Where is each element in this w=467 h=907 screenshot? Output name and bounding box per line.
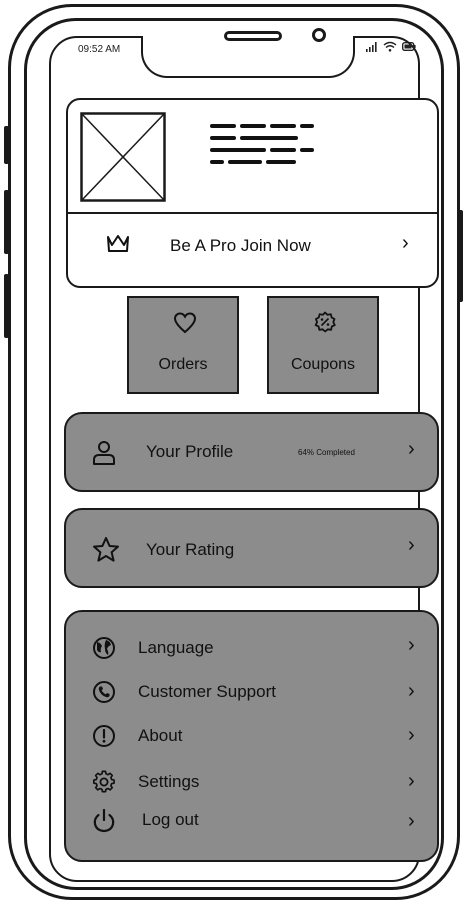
signal-icon bbox=[366, 41, 377, 52]
gear-icon bbox=[93, 770, 115, 793]
pro-cta-label: Be A Pro Join Now bbox=[170, 236, 311, 255]
menu-label-log-out: Log out bbox=[142, 810, 199, 829]
profile-label: Your Profile bbox=[146, 442, 234, 461]
chevron-right-icon: › bbox=[408, 438, 415, 460]
status-time: 09:52 AM bbox=[78, 44, 121, 55]
crown-icon bbox=[107, 235, 129, 252]
menu-item-customer-support[interactable]: Customer Support › bbox=[66, 676, 437, 716]
coupons-tile[interactable]: Coupons bbox=[267, 296, 379, 394]
speaker-grille bbox=[224, 31, 282, 41]
chevron-right-icon: › bbox=[408, 770, 415, 792]
chevron-right-icon: › bbox=[408, 724, 415, 746]
menu-item-language[interactable]: Language › bbox=[66, 630, 437, 670]
scribbled-text-placeholder bbox=[210, 124, 314, 164]
image-placeholder bbox=[80, 112, 166, 202]
menu-item-about[interactable]: About › bbox=[66, 720, 437, 760]
heart-icon bbox=[173, 312, 197, 334]
notch bbox=[141, 36, 355, 78]
chevron-right-icon: › bbox=[408, 680, 415, 702]
rating-row[interactable]: Your Rating › bbox=[64, 508, 439, 588]
menu-item-log-out[interactable]: Log out › bbox=[66, 804, 437, 844]
menu-label-customer-support: Customer Support bbox=[138, 682, 276, 701]
chevron-right-icon: › bbox=[402, 232, 409, 254]
star-icon bbox=[93, 537, 119, 562]
info-icon bbox=[93, 725, 115, 747]
chevron-right-icon: › bbox=[408, 810, 415, 832]
globe-icon bbox=[93, 637, 115, 659]
status-icons bbox=[366, 41, 416, 52]
profile-completion-text: 64% Completed bbox=[298, 448, 355, 457]
profile-row[interactable]: Your Profile 64% Completed › bbox=[64, 412, 439, 492]
pro-card: Be A Pro Join Now › bbox=[66, 98, 439, 288]
phone-icon bbox=[93, 681, 115, 703]
wifi-icon bbox=[383, 41, 397, 52]
power-icon bbox=[93, 808, 115, 833]
chevron-right-icon: › bbox=[408, 534, 415, 556]
volume-up-button bbox=[4, 190, 9, 254]
chevron-right-icon: › bbox=[408, 634, 415, 656]
menu-label-language: Language bbox=[138, 638, 214, 657]
rating-label: Your Rating bbox=[146, 540, 235, 559]
pro-cta-row[interactable]: Be A Pro Join Now › bbox=[68, 214, 437, 288]
coupons-label: Coupons bbox=[290, 356, 356, 373]
settings-panel: Language › Customer Support › About › Se… bbox=[64, 610, 439, 862]
battery-icon bbox=[402, 42, 416, 51]
user-icon bbox=[93, 441, 115, 465]
power-button bbox=[458, 210, 463, 302]
orders-label: Orders bbox=[158, 356, 208, 373]
mute-switch bbox=[4, 126, 9, 164]
orders-tile[interactable]: Orders bbox=[127, 296, 239, 394]
coupon-icon bbox=[314, 311, 336, 333]
menu-label-about: About bbox=[138, 726, 183, 745]
front-camera bbox=[312, 28, 326, 42]
volume-down-button bbox=[4, 274, 9, 338]
menu-label-settings: Settings bbox=[138, 772, 200, 791]
menu-item-settings[interactable]: Settings › bbox=[66, 766, 437, 806]
